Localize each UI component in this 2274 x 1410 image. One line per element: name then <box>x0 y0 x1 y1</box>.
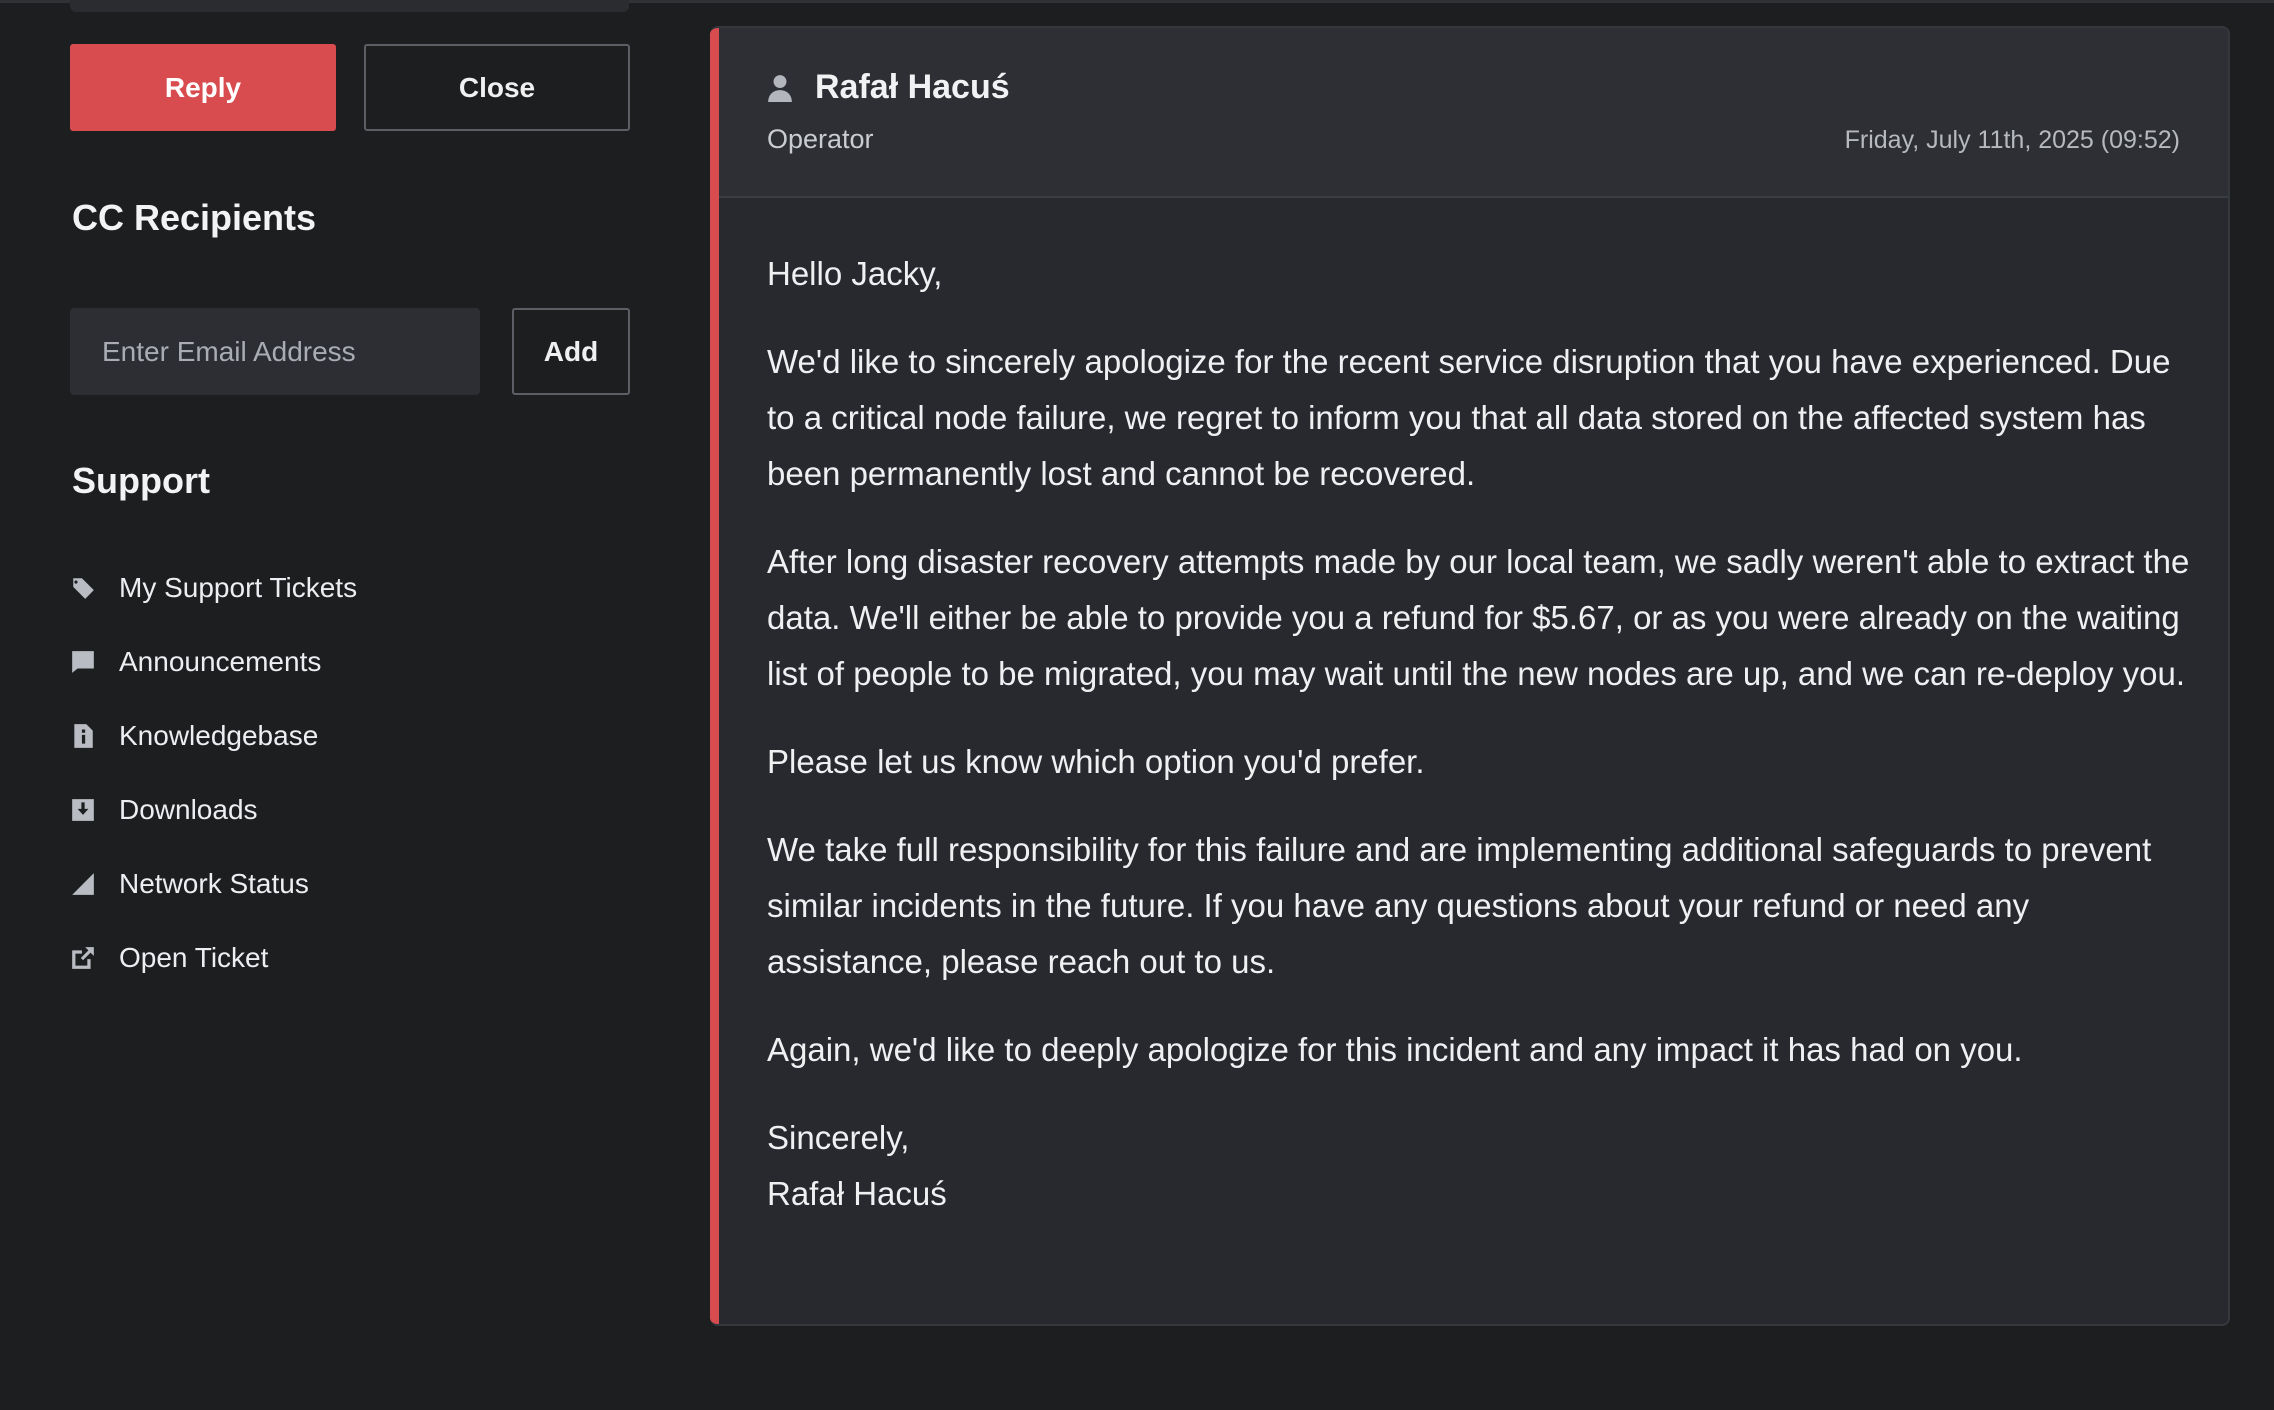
support-nav: My Support Tickets Announcements Knowled… <box>70 551 630 995</box>
info-document-icon <box>70 723 96 749</box>
message-body: Hello Jacky, We'd like to sincerely apol… <box>767 246 2197 1222</box>
cc-recipients-title: CC Recipients <box>72 197 317 238</box>
message-paragraph: Again, we'd like to deeply apologize for… <box>767 1031 2023 1068</box>
author-name: Rafał Hacuś <box>815 68 1010 106</box>
nav-item-downloads[interactable]: Downloads <box>70 773 630 847</box>
nav-label: Network Status <box>119 868 309 899</box>
nav-label: Announcements <box>119 646 322 677</box>
nav-label: Open Ticket <box>119 942 269 973</box>
nav-item-network-status[interactable]: Network Status <box>70 847 630 921</box>
nav-label: My Support Tickets <box>119 572 358 603</box>
comment-icon <box>70 649 96 675</box>
reply-button[interactable]: Reply <box>70 44 336 131</box>
add-cc-button[interactable]: Add <box>512 308 630 395</box>
nav-label: Knowledgebase <box>119 720 319 751</box>
operator-accent-bar <box>710 28 719 1324</box>
message-header: Rafał Hacuś Operator Friday, July 11th, … <box>719 28 2228 198</box>
download-icon <box>70 797 96 823</box>
ticket-message: Rafał Hacuś Operator Friday, July 11th, … <box>710 26 2230 1326</box>
ticket-icon <box>70 575 96 601</box>
author-row: Rafał Hacuś <box>767 68 1010 107</box>
signal-icon <box>70 871 96 897</box>
message-paragraph: Hello Jacky, <box>767 255 943 292</box>
sidebar: Reply Close CC Recipients Add Support My… <box>70 0 630 1410</box>
close-button[interactable]: Close <box>364 44 630 131</box>
nav-item-open-ticket[interactable]: Open Ticket <box>70 921 630 995</box>
nav-item-my-support-tickets[interactable]: My Support Tickets <box>70 551 630 625</box>
nav-item-knowledgebase[interactable]: Knowledgebase <box>70 699 630 773</box>
message-paragraph: We take full responsibility for this fai… <box>767 831 2152 980</box>
nav-item-announcements[interactable]: Announcements <box>70 625 630 699</box>
external-link-icon <box>70 945 96 971</box>
support-title: Support <box>72 460 210 501</box>
nav-label: Downloads <box>119 794 258 825</box>
message-date: Friday, July 11th, 2025 (09:52) <box>1844 126 2180 154</box>
email-input[interactable] <box>70 308 480 395</box>
message-paragraph: We'd like to sincerely apologize for the… <box>767 343 2171 492</box>
author-role: Operator <box>767 124 874 154</box>
user-icon <box>767 74 793 102</box>
message-paragraph: After long disaster recovery attempts ma… <box>767 543 2190 692</box>
message-signoff: Sincerely, <box>767 1119 910 1156</box>
message-signature: Rafał Hacuś <box>767 1175 947 1212</box>
message-paragraph: Please let us know which option you'd pr… <box>767 743 1425 780</box>
